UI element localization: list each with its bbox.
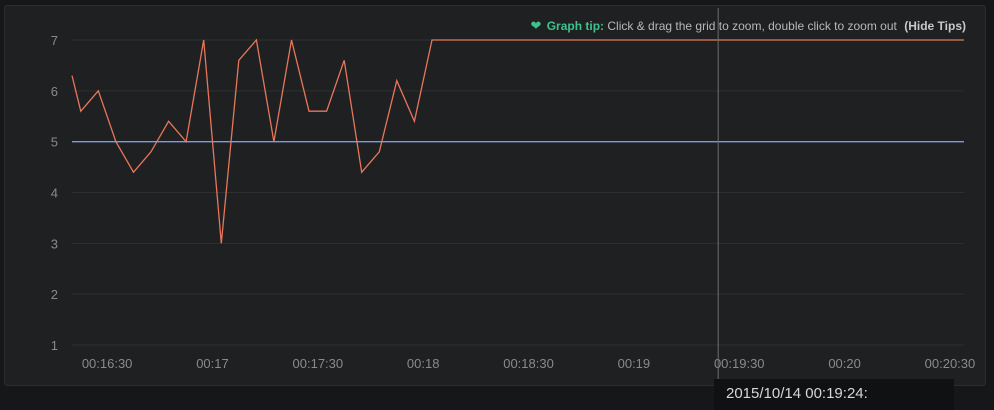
y-axis: 1 2 3 4 5 6 7 xyxy=(51,33,58,353)
x-tick-label: 00:18:30 xyxy=(503,356,554,371)
x-tick-label: 00:19:30 xyxy=(714,356,765,371)
tooltip-timestamp: 2015/10/14 00:19:24: xyxy=(726,385,868,402)
x-tick-label: 00:18 xyxy=(407,356,440,371)
line-chart[interactable]: 1 2 3 4 5 6 7 00:16:30 00:17 00:17:30 00:18 00:18:… xyxy=(0,0,994,410)
y-tick-label: 7 xyxy=(51,33,58,48)
series-layer xyxy=(71,38,964,244)
x-tick-label: 00:20 xyxy=(828,356,861,371)
grid-lines xyxy=(72,39,964,346)
x-tick-label: 00:20:30 xyxy=(925,356,976,371)
y-tick-label: 5 xyxy=(51,135,58,150)
x-tick-label: 00:17 xyxy=(196,356,229,371)
y-tick-label: 4 xyxy=(51,186,58,201)
y-tick-label: 6 xyxy=(51,84,58,99)
x-tick-label: 00:19 xyxy=(618,356,651,371)
y-tick-label: 2 xyxy=(51,287,58,302)
x-tick-label: 00:17:30 xyxy=(293,356,344,371)
y-tick-label: 1 xyxy=(51,338,58,353)
y-tick-label: 3 xyxy=(51,236,58,251)
hover-tooltip: 2015/10/14 00:19:24: xyxy=(714,379,954,410)
x-tick-label: 00:16:30 xyxy=(82,356,133,371)
x-axis: 00:16:30 00:17 00:17:30 00:18 00:18:30 00:19 0… xyxy=(82,356,975,371)
